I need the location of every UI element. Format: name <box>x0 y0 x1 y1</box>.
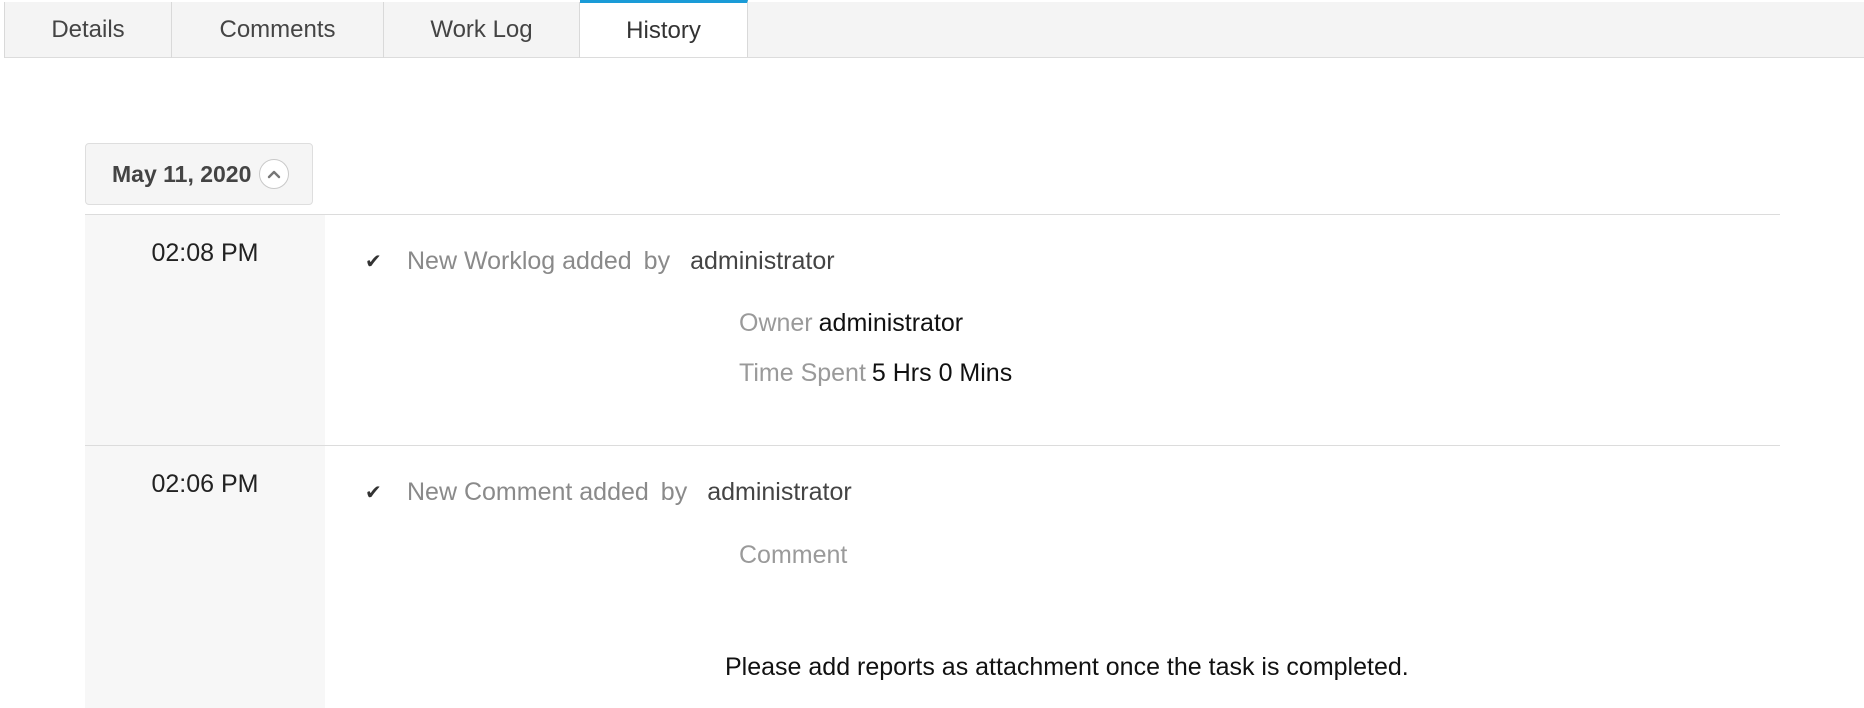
entry-by-label: by <box>660 478 688 506</box>
tab-label: History <box>626 17 701 44</box>
history-timeline: 02:08 PM ✔ New Worklog added by administ… <box>85 214 1780 708</box>
field-owner: Owner administrator <box>739 309 963 338</box>
entry-user: administrator <box>690 247 835 275</box>
field-value: administrator <box>818 309 964 337</box>
field-time-spent: Time Spent 5 Hrs 0 Mins <box>739 359 1012 388</box>
entry-headline: ✔ New Comment added by administrator <box>365 478 852 507</box>
comment-text: Please add reports as attachment once th… <box>725 653 1409 681</box>
entry-action: New Worklog added <box>407 247 632 275</box>
history-entry: 02:06 PM ✔ New Comment added by administ… <box>85 445 1780 708</box>
entry-time: 02:08 PM <box>151 239 259 267</box>
checkmark-icon: ✔ <box>365 482 382 504</box>
tab-label: Comments <box>219 16 336 43</box>
entry-time: 02:06 PM <box>151 470 259 498</box>
date-label: May 11, 2020 <box>112 160 252 187</box>
entry-content: ✔ New Comment added by administrator Com… <box>325 446 1780 708</box>
tab-label: Work Log <box>430 16 533 43</box>
checkmark-icon: ✔ <box>365 251 382 273</box>
date-group-header: May 11, 2020 <box>85 143 313 205</box>
field-label: Time Spent <box>739 359 866 387</box>
tab-label: Details <box>51 16 125 43</box>
entry-by-label: by <box>643 247 671 275</box>
time-column: 02:08 PM <box>85 215 325 445</box>
field-comment: Comment <box>739 541 847 570</box>
field-value: 5 Hrs 0 Mins <box>871 359 1013 387</box>
entry-content: ✔ New Worklog added by administrator Own… <box>325 215 1780 445</box>
chevron-up-icon[interactable] <box>259 159 290 189</box>
history-entry: 02:08 PM ✔ New Worklog added by administ… <box>85 214 1780 445</box>
field-label: Comment <box>739 541 848 569</box>
field-label: Owner <box>739 309 813 337</box>
entry-headline: ✔ New Worklog added by administrator <box>365 247 835 276</box>
tab-work-log[interactable]: Work Log <box>384 2 580 58</box>
tab-history[interactable]: History <box>580 0 748 57</box>
entry-action: New Comment added <box>407 478 649 506</box>
entry-user: administrator <box>707 478 852 506</box>
tab-bar: Details Comments Work Log History <box>4 0 1864 58</box>
tab-details[interactable]: Details <box>4 2 172 58</box>
tab-comments[interactable]: Comments <box>172 2 384 58</box>
time-column: 02:06 PM <box>85 446 325 708</box>
